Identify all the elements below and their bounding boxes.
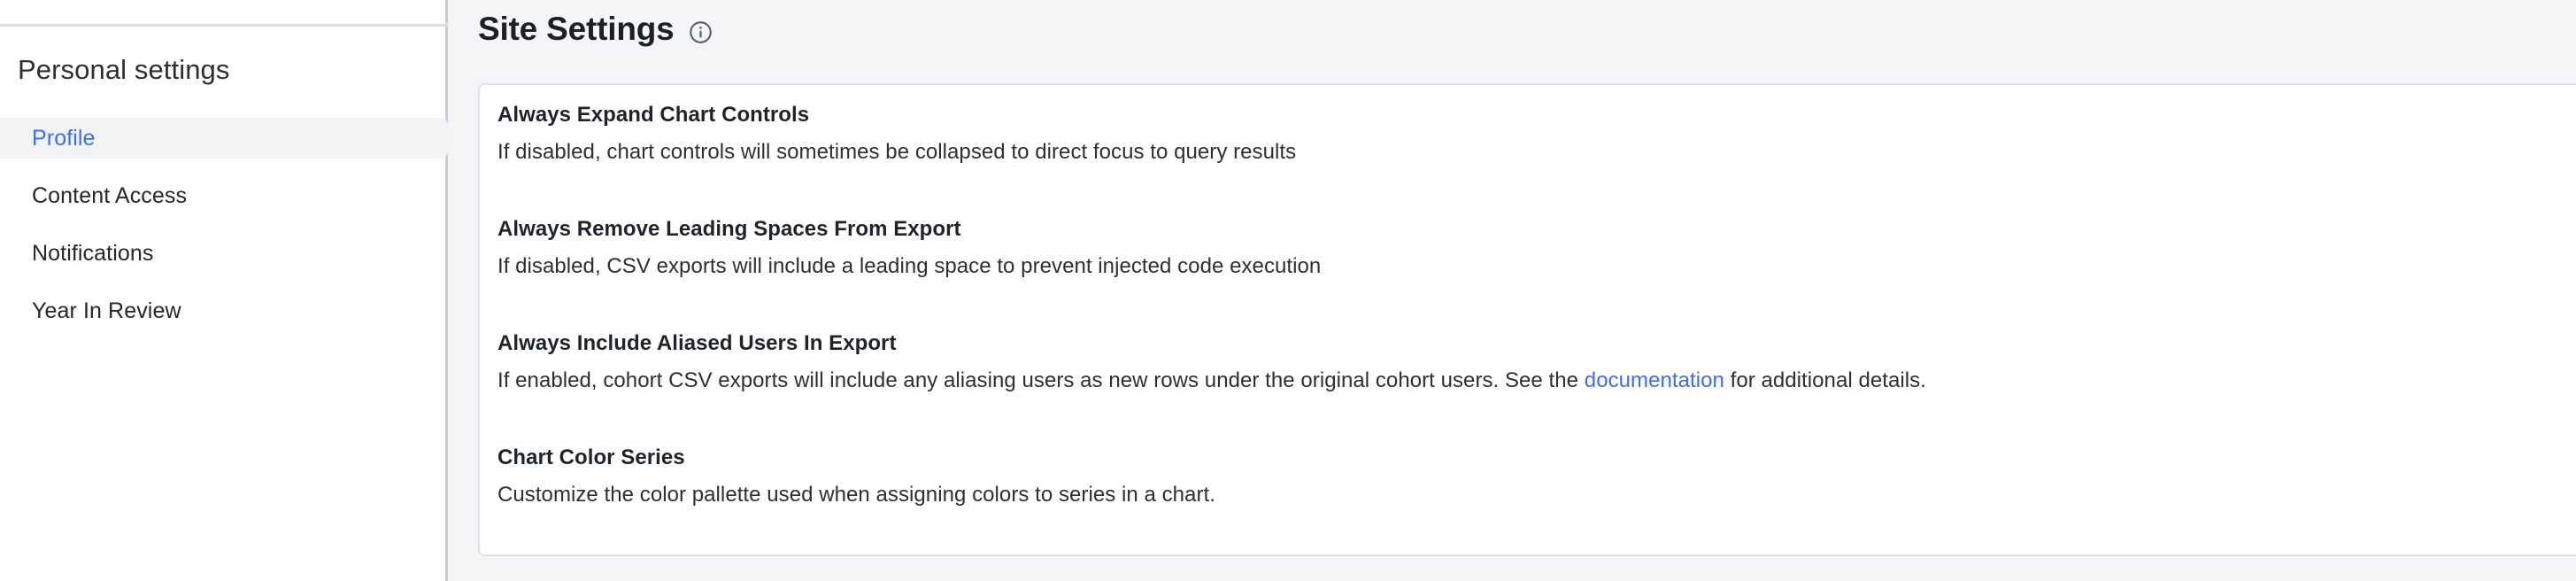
sidebar-top-divider: [0, 24, 448, 27]
sidebar-title: Personal settings: [18, 54, 230, 85]
setting-row: Always Expand Chart Controls If disabled…: [480, 105, 2576, 163]
sidebar-item-label: Content Access: [32, 182, 188, 208]
sidebar-item-label: Year In Review: [32, 298, 181, 323]
setting-description: Customize the color pallette used when a…: [497, 483, 1215, 507]
setting-row: Always Include Aliased Users In Export I…: [480, 333, 2576, 391]
setting-description: If disabled, chart controls will sometim…: [497, 140, 1297, 164]
setting-row: Always Remove Leading Spaces From Export…: [480, 219, 2576, 277]
setting-description: If enabled, cohort CSV exports will incl…: [497, 370, 2576, 391]
sidebar-item-year-in-review[interactable]: Year In Review: [0, 290, 448, 331]
setting-title: Chart Color Series: [497, 445, 685, 469]
sidebar-item-notifications[interactable]: Notifications: [0, 233, 448, 274]
setting-text: Chart Color Series Customize the color p…: [497, 447, 2576, 506]
app-root: Personal settings Profile Content Access…: [0, 0, 2576, 581]
setting-title: Always Expand Chart Controls: [497, 103, 810, 127]
sidebar: Personal settings Profile Content Access…: [0, 0, 448, 581]
sidebar-nav: Profile Content Access Notifications Yea…: [0, 118, 448, 348]
main-content: Site Settings Always Expand Chart Contro…: [448, 0, 2576, 581]
setting-text: Always Remove Leading Spaces From Export…: [497, 219, 2576, 277]
setting-description-part: for additional details.: [1724, 368, 1926, 392]
setting-title: Always Include Aliased Users In Export: [497, 331, 897, 355]
setting-description: If disabled, CSV exports will include a …: [497, 254, 1322, 278]
sidebar-item-label: Notifications: [32, 240, 154, 266]
setting-description-part: If enabled, cohort CSV exports will incl…: [497, 368, 1585, 392]
settings-card: Always Expand Chart Controls If disabled…: [478, 83, 2576, 556]
page-header: Site Settings: [478, 11, 713, 48]
info-circle-icon[interactable]: [689, 20, 713, 44]
sidebar-item-content-access[interactable]: Content Access: [0, 175, 448, 216]
setting-text: Always Include Aliased Users In Export I…: [497, 333, 2576, 391]
sidebar-item-label: Profile: [32, 125, 96, 151]
setting-title: Always Remove Leading Spaces From Export: [497, 217, 961, 241]
page-title: Site Settings: [478, 11, 675, 47]
sidebar-item-profile[interactable]: Profile: [0, 118, 448, 159]
setting-text: Always Expand Chart Controls If disabled…: [497, 105, 2576, 163]
setting-row: Chart Color Series Customize the color p…: [480, 447, 2576, 506]
documentation-link[interactable]: documentation: [1585, 368, 1724, 392]
